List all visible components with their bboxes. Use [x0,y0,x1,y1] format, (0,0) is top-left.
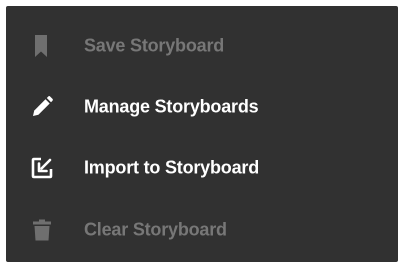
import-icon [31,157,53,179]
trash-icon [33,219,51,241]
clear-storyboard-label: Clear Storyboard [84,219,227,240]
storyboard-menu: Save Storyboard Manage Storyboards Impor… [6,6,398,262]
bookmark-icon [35,35,47,57]
import-to-storyboard-label: Import to Storyboard [84,157,259,178]
manage-storyboards-label: Manage Storyboards [84,96,259,117]
clear-storyboard-menu-item[interactable]: Clear Storyboard [6,200,398,260]
save-storyboard-label: Save Storyboard [84,35,225,56]
manage-storyboards-menu-item[interactable]: Manage Storyboards [6,77,398,137]
pencil-icon [33,96,53,116]
import-to-storyboard-menu-item[interactable]: Import to Storyboard [6,138,398,198]
save-storyboard-menu-item[interactable]: Save Storyboard [6,16,398,76]
